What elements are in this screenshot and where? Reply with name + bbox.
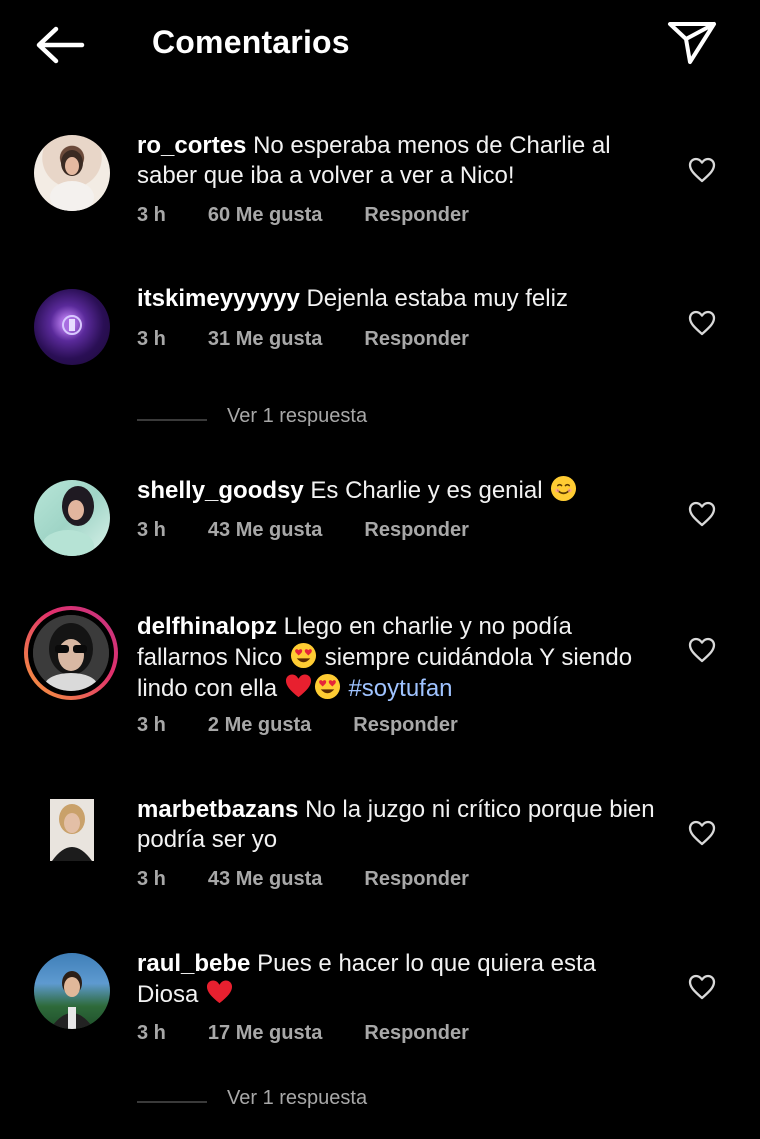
comment-likes[interactable]: 31 Me gusta <box>208 328 322 351</box>
comment-time: 3 h <box>137 868 166 890</box>
comment-username[interactable]: ro_cortes <box>137 132 246 159</box>
paper-plane-icon <box>668 22 716 64</box>
comment-text: shelly_goodsy Es Charlie y es genial <box>137 475 657 506</box>
divider <box>137 1101 207 1103</box>
comment-likes[interactable]: 43 Me gusta <box>208 519 322 542</box>
share-button[interactable] <box>666 20 718 66</box>
divider <box>137 419 207 421</box>
avatar[interactable] <box>34 135 110 211</box>
like-heart-icon[interactable] <box>688 974 716 1000</box>
comment-text: itskimeyyyyyy Dejenla estaba muy feliz <box>137 284 657 314</box>
like-heart-icon[interactable] <box>688 157 716 183</box>
heart-eyes-emoji <box>291 642 317 669</box>
comment-meta: 3 h 31 Me gusta Responder <box>137 328 469 351</box>
comment-time: 3 h <box>137 1022 166 1044</box>
comment-likes[interactable]: 43 Me gusta <box>208 868 322 891</box>
story-ring[interactable] <box>24 606 118 700</box>
avatar[interactable] <box>34 953 110 1029</box>
reply-button[interactable]: Responder <box>364 328 468 351</box>
avatar[interactable] <box>50 799 94 861</box>
smiling-face-emoji <box>551 475 577 502</box>
arrow-left-icon <box>36 26 85 64</box>
back-button[interactable] <box>34 26 86 64</box>
comment-username[interactable]: delfhinalopz <box>137 613 277 640</box>
comment-time: 3 h <box>137 204 166 226</box>
comment-meta: 3 h 43 Me gusta Responder <box>137 868 469 891</box>
like-heart-icon[interactable] <box>688 820 716 846</box>
hashtag-link[interactable]: #soytufan <box>348 675 452 702</box>
avatar[interactable] <box>34 289 110 365</box>
comment-likes[interactable]: 17 Me gusta <box>208 1022 322 1045</box>
comment-body: Es Charlie y es genial <box>310 477 543 504</box>
comment-time: 3 h <box>137 328 166 350</box>
comment-body: Dejenla estaba muy feliz <box>306 285 568 312</box>
comment-likes[interactable]: 60 Me gusta <box>208 204 322 227</box>
heart-eyes-emoji <box>314 673 340 700</box>
comment-text: raul_bebe Pues e hacer lo que quiera est… <box>137 949 657 1010</box>
comment-username[interactable]: marbetbazans <box>137 796 298 823</box>
comment-meta: 3 h 43 Me gusta Responder <box>137 519 469 542</box>
avatar[interactable] <box>34 480 110 556</box>
comment-likes[interactable]: 2 Me gusta <box>208 714 311 737</box>
comment-username[interactable]: raul_bebe <box>137 950 250 977</box>
comment-text: ro_cortes No esperaba menos de Charlie a… <box>137 131 657 191</box>
like-heart-icon[interactable] <box>688 310 716 336</box>
comment-text: delfhinalopz Llego en charlie y no podía… <box>137 612 657 704</box>
top-bar: Comentarios <box>0 0 760 90</box>
red-heart-emoji <box>206 980 233 1004</box>
comment-text: marbetbazans No la juzgo ni crítico porq… <box>137 795 657 855</box>
red-heart-emoji <box>285 674 311 698</box>
like-heart-icon[interactable] <box>688 501 716 527</box>
reply-button[interactable]: Responder <box>353 714 457 737</box>
comment-meta: 3 h 60 Me gusta Responder <box>137 204 469 227</box>
avatar <box>33 615 109 691</box>
view-replies-label: Ver 1 respuesta <box>227 405 368 427</box>
reply-button[interactable]: Responder <box>364 1022 468 1045</box>
like-heart-icon[interactable] <box>688 637 716 663</box>
reply-button[interactable]: Responder <box>364 204 468 227</box>
reply-button[interactable]: Responder <box>364 519 468 542</box>
comment-username[interactable]: itskimeyyyyyy <box>137 285 300 312</box>
comment-username[interactable]: shelly_goodsy <box>137 477 304 504</box>
comment-meta: 3 h 17 Me gusta Responder <box>137 1022 469 1045</box>
comment-time: 3 h <box>137 714 166 736</box>
page-title: Comentarios <box>152 24 350 60</box>
view-replies-label: Ver 1 respuesta <box>227 1087 368 1109</box>
reply-button[interactable]: Responder <box>364 868 468 891</box>
comment-time: 3 h <box>137 519 166 541</box>
comment-meta: 3 h 2 Me gusta Responder <box>137 714 458 737</box>
